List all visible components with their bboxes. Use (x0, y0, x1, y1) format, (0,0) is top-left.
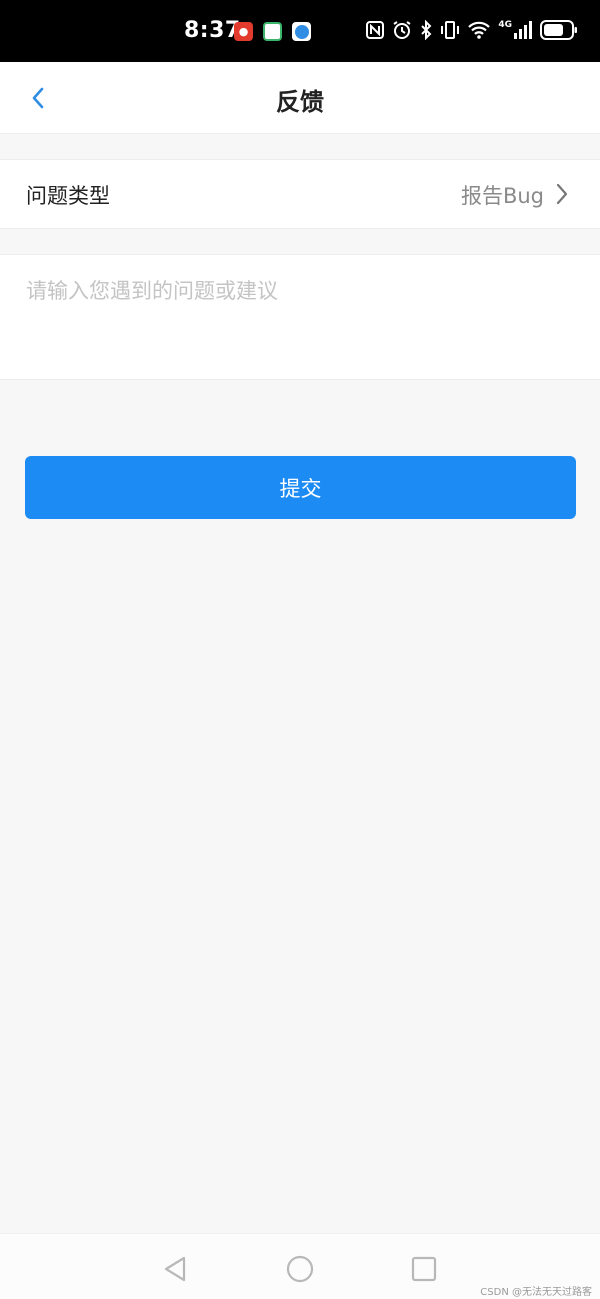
feedback-input[interactable] (0, 255, 600, 379)
bluetooth-icon (421, 20, 432, 40)
watermark: CSDN @无法无天过路客 (480, 1287, 592, 1298)
signal-icon: 4G (498, 21, 532, 39)
circle-home-icon (286, 1255, 314, 1283)
nfc-icon (366, 21, 385, 39)
nav-back-button[interactable] (160, 1254, 190, 1284)
issue-type-label: 问题类型 (26, 184, 110, 208)
submit-button[interactable]: 提交 (25, 456, 576, 519)
triangle-back-icon (164, 1256, 186, 1282)
chevron-right-icon (550, 182, 574, 206)
issue-type-value: 报告Bug (460, 184, 544, 208)
network-type: 4G (498, 20, 512, 30)
square-recent-icon (411, 1256, 437, 1282)
page-title: 反馈 (276, 88, 324, 116)
chat-notification-icon (263, 22, 282, 41)
notification-icons: ● (234, 22, 311, 41)
weibo-notification-icon: ● (234, 22, 253, 41)
status-bar: 8:37 ● 4G (0, 0, 600, 62)
status-time: 8:37 (184, 18, 241, 43)
alarm-icon (393, 21, 411, 39)
battery-icon (540, 20, 577, 40)
system-icons: 4G (366, 20, 578, 40)
app-header: 反馈 (0, 62, 600, 134)
nav-home-button[interactable] (285, 1254, 315, 1284)
issue-type-selector[interactable]: 问题类型 报告Bug (0, 159, 600, 229)
vibrate-icon (441, 21, 460, 39)
feedback-box (0, 254, 600, 380)
nav-recent-button[interactable] (409, 1254, 439, 1284)
wifi-icon (468, 21, 491, 39)
browser-notification-icon (292, 22, 311, 41)
